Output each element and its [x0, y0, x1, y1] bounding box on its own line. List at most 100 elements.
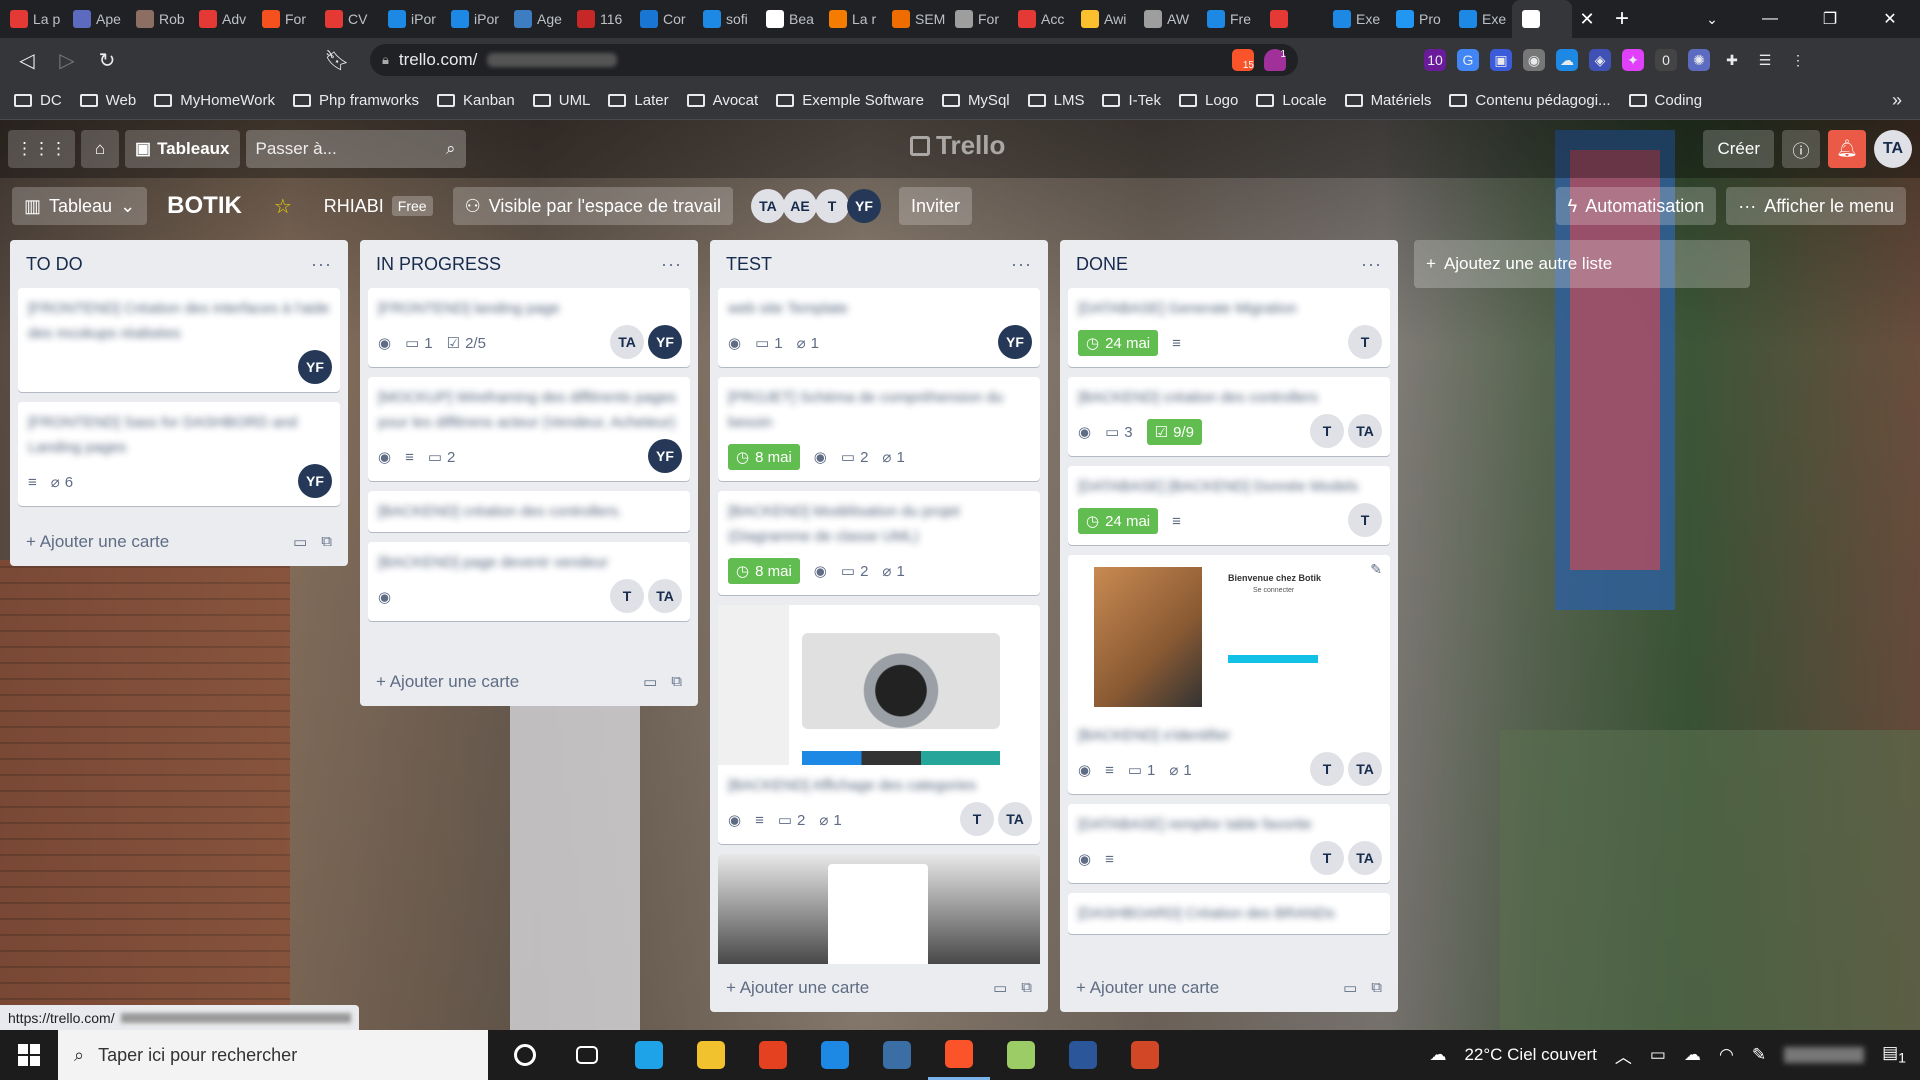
puzzle-icon[interactable]: ✚ [1721, 49, 1743, 71]
card[interactable]: [DASHBOARD] Création des BRANDs [1068, 893, 1390, 934]
close-tab-icon[interactable]: ✕ [1572, 9, 1602, 30]
add-list-button[interactable]: + Ajoutez une autre liste [1414, 240, 1750, 288]
more-icon[interactable]: ··· [311, 254, 332, 275]
card-template-icon[interactable]: ⧉ [321, 533, 332, 551]
member-avatar[interactable]: YF [648, 325, 682, 359]
extension-icon[interactable]: ✺ [1688, 49, 1710, 71]
card[interactable]: Bienvenue chez Botik Se connecter ✎ [BACKEN… [1068, 555, 1390, 794]
bookmark-folder[interactable]: Web [79, 92, 136, 109]
pen-icon[interactable]: ✎ [1752, 1045, 1766, 1065]
workspace-button[interactable]: RHIABI Free [312, 187, 445, 225]
add-card-button[interactable]: + Ajouter une carte [726, 978, 869, 998]
invite-button[interactable]: Inviter [898, 187, 972, 225]
browser-tab[interactable]: Exe [1449, 0, 1512, 38]
card-template-icon[interactable]: ⧉ [1021, 979, 1032, 997]
browser-tab-active[interactable] [1512, 0, 1572, 38]
reading-list-icon[interactable]: ☰ [1754, 49, 1776, 71]
show-menu-button[interactable]: ··· Afficher le menu [1726, 187, 1906, 225]
member-avatar[interactable]: YF [298, 464, 332, 498]
back-icon[interactable]: ◁ [10, 43, 44, 77]
member-avatar[interactable]: T [1310, 414, 1344, 448]
bookmark-folder[interactable]: Later [608, 92, 669, 109]
extension-icon[interactable]: ◈ [1589, 49, 1611, 71]
bookmarks-more-icon[interactable]: » [1892, 90, 1920, 111]
card[interactable] [718, 854, 1040, 964]
browser-tab[interactable]: La p [0, 0, 63, 38]
template-icon[interactable]: ▭ [993, 979, 1007, 997]
card[interactable]: [DATABASE] Generate Migration ◷ 24 mai ≡ T [1068, 288, 1390, 367]
member-avatar[interactable]: TA [1348, 752, 1382, 786]
due-date-badge[interactable]: ◷ 8 mai [728, 558, 800, 584]
browser-tab[interactable]: Pro [1386, 0, 1449, 38]
bookmark-icon[interactable]: 🔖︎ [320, 43, 354, 77]
forward-icon[interactable]: ▷ [50, 43, 84, 77]
brave-shield-icon[interactable]: 15 [1232, 49, 1254, 71]
member-avatar[interactable]: T [1348, 503, 1382, 537]
bookmark-folder[interactable]: Kanban [437, 92, 515, 109]
browser-tab[interactable]: iPor [441, 0, 504, 38]
card-template-icon[interactable]: ⧉ [1371, 979, 1382, 997]
extension-icon[interactable]: ▣ [1490, 49, 1512, 71]
member-avatar[interactable]: TA [610, 325, 644, 359]
apps-grid-icon[interactable]: ⋮⋮⋮ [8, 130, 75, 168]
create-button[interactable]: Créer [1703, 130, 1774, 168]
due-date-badge[interactable]: ◷ 8 mai [728, 444, 800, 470]
browser-tab[interactable] [1260, 0, 1323, 38]
member-avatar[interactable]: AE [782, 189, 817, 223]
member-avatar[interactable]: TA [750, 189, 785, 223]
cloud-icon[interactable]: ☁ [1684, 1045, 1701, 1065]
bookmark-folder[interactable]: Avocat [686, 92, 758, 109]
template-icon[interactable]: ▭ [293, 533, 307, 551]
board-title[interactable]: BOTIK [155, 187, 254, 225]
card-template-icon[interactable]: ⧉ [671, 673, 682, 691]
close-window-icon[interactable]: ✕ [1860, 0, 1920, 38]
card[interactable]: [FRONTEND] Création des interfaces à l'a… [18, 288, 340, 392]
member-avatar[interactable]: YF [298, 350, 332, 384]
list-title[interactable]: IN PROGRESS [376, 254, 501, 275]
member-avatar[interactable]: T [814, 189, 849, 223]
browser-tab[interactable]: Age [504, 0, 567, 38]
taskbar-app-cortana[interactable] [494, 1030, 556, 1080]
member-avatar[interactable]: T [960, 802, 994, 836]
taskbar-app-app[interactable] [866, 1030, 928, 1080]
view-switcher[interactable]: ▥ Tableau ⌄ [12, 187, 148, 225]
browser-tab[interactable]: For [945, 0, 1008, 38]
taskbar-app-word[interactable] [1052, 1030, 1114, 1080]
extension-icon[interactable]: 10 [1424, 49, 1446, 71]
card[interactable]: [FRONTEND] Sass for DASHBORD and Landing… [18, 402, 340, 506]
taskbar-app-office[interactable] [742, 1030, 804, 1080]
template-icon[interactable]: ▭ [643, 673, 657, 691]
brave-rewards-icon[interactable]: 1 [1264, 49, 1286, 71]
star-icon[interactable]: ☆ [262, 187, 304, 225]
menu-kebab-icon[interactable]: ⋮ [1787, 49, 1809, 71]
list-title[interactable]: TO DO [26, 254, 83, 275]
due-date-badge[interactable]: ◷ 24 mai [1078, 508, 1159, 534]
add-card-button[interactable]: + Ajouter une carte [376, 672, 519, 692]
bookmark-folder[interactable]: Php framworks [292, 92, 419, 109]
new-tab-icon[interactable]: + [1602, 5, 1642, 33]
reload-icon[interactable]: ↻ [90, 43, 124, 77]
card[interactable]: [MOCKUP] Wireframing des différents page… [368, 377, 690, 481]
card[interactable]: [DATABASE] remplisr table favorite ◉ ≡ T TA [1068, 804, 1390, 883]
member-avatar[interactable]: T [1348, 325, 1382, 359]
member-avatar[interactable]: YF [998, 325, 1032, 359]
browser-tab[interactable]: Acc [1008, 0, 1071, 38]
list-title[interactable]: DONE [1076, 254, 1128, 275]
card[interactable]: [BACKEND] page devenir vendeur ◉ T TA [368, 542, 690, 621]
notification-icon[interactable]: ▤1 [1882, 1043, 1906, 1066]
bookmark-folder[interactable]: Contenu pédagogi... [1449, 92, 1611, 109]
template-icon[interactable]: ▭ [1343, 979, 1357, 997]
home-icon[interactable]: ⌂ [81, 130, 119, 168]
member-avatar[interactable]: T [1310, 841, 1344, 875]
search-input[interactable]: Passer à... ⌕ [245, 130, 466, 168]
bookmark-folder[interactable]: MyHomeWork [154, 92, 275, 109]
browser-tab[interactable]: Awi [1071, 0, 1134, 38]
browser-tab[interactable]: CV [315, 0, 378, 38]
browser-tab[interactable]: Cor [630, 0, 693, 38]
browser-tab[interactable]: Bea [756, 0, 819, 38]
taskbar-app-paint[interactable] [990, 1030, 1052, 1080]
weather-icon[interactable]: ☁ [1429, 1045, 1446, 1065]
tab-search-icon[interactable]: ⌄ [1692, 11, 1732, 28]
browser-tab[interactable]: Ape [63, 0, 126, 38]
card[interactable]: [DATABASE] [BACKEND] Donnée Models ◷ 24 ma… [1068, 466, 1390, 545]
